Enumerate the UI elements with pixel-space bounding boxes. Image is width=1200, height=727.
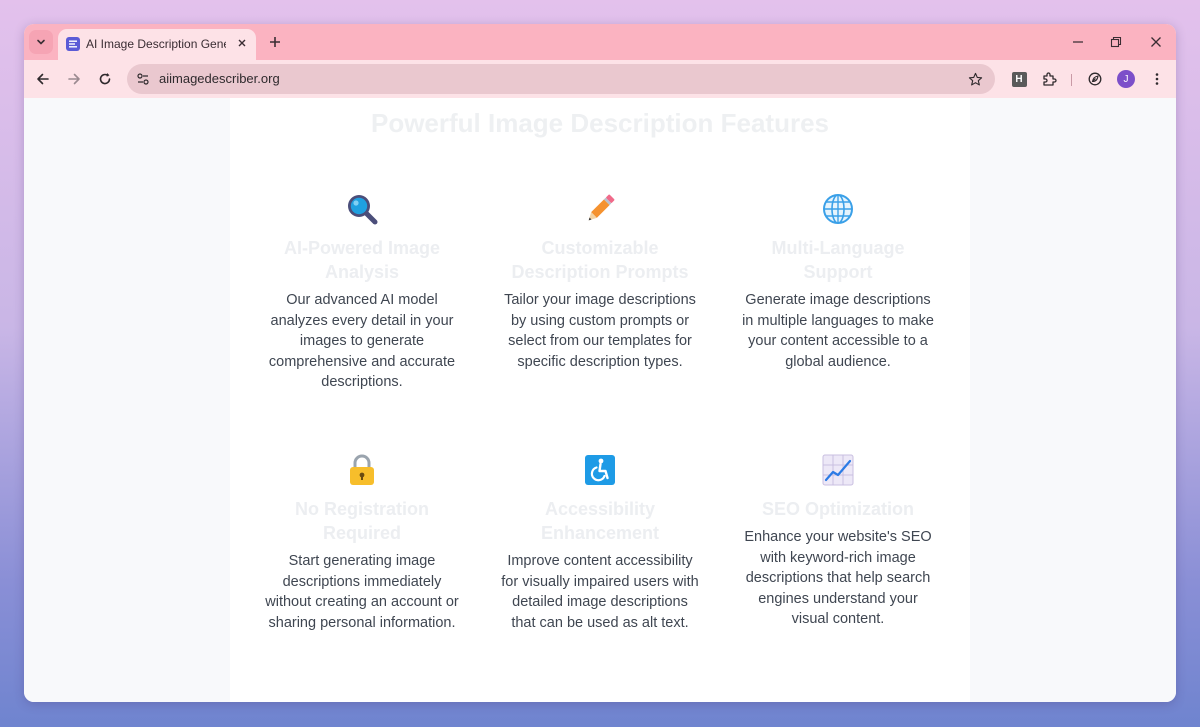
feature-card-multi-language: Multi-Language Support Generate image de… (738, 192, 938, 372)
feature-card-seo: SEO Optimization Enhance your website's … (738, 453, 938, 630)
pencil-icon (583, 192, 617, 226)
address-bar[interactable]: aiimagedescriber.org (127, 64, 995, 94)
active-tab[interactable]: AI Image Description Generator (58, 29, 256, 60)
tab-search-button[interactable] (29, 30, 53, 54)
more-vert-icon (1155, 73, 1159, 85)
close-icon (1151, 37, 1161, 47)
browser-menu-button[interactable] (1147, 69, 1167, 89)
wheelchair-icon (583, 453, 617, 487)
tab-close-button[interactable] (234, 35, 250, 51)
minimize-button[interactable] (1066, 32, 1090, 52)
feature-title: AI-Powered Image Analysis (283, 238, 441, 282)
extension-h-label: H (1015, 73, 1023, 85)
chevron-down-icon (37, 39, 45, 45)
chart-increasing-icon (821, 453, 855, 487)
feature-title: No Registration Required (294, 499, 429, 543)
profile-avatar[interactable]: J (1117, 70, 1135, 88)
feature-card-accessibility: Accessibility Enhancement Improve conten… (500, 453, 700, 633)
extension-h-button[interactable]: H (1009, 69, 1029, 89)
back-button[interactable] (33, 69, 53, 89)
toolbar-divider (1071, 74, 1072, 86)
restore-icon (1110, 36, 1122, 48)
forward-button[interactable] (64, 69, 84, 89)
site-favicon-icon (66, 37, 80, 51)
tab-strip: AI Image Description Generator (24, 24, 1176, 60)
close-window-button[interactable] (1144, 32, 1168, 52)
restore-button[interactable] (1104, 32, 1128, 52)
arrow-right-icon (68, 73, 80, 85)
magnifying-glass-icon (345, 192, 379, 226)
feature-description: Improve content accessibility for visual… (501, 553, 699, 631)
feature-title: Accessibility Enhancement (540, 499, 660, 543)
leaf-icon (1088, 72, 1102, 86)
plus-icon (270, 37, 280, 47)
feature-description: Generate image descriptions in multiple … (742, 292, 934, 370)
reload-button[interactable] (95, 69, 115, 89)
feature-card-no-registration: No Registration Required Start generatin… (262, 453, 462, 633)
section-title: Powerful Image Description Features (370, 108, 829, 138)
feature-description: Enhance your website's SEO with keyword-… (744, 529, 932, 627)
features-section: Powerful Image Description Features AI-P… (230, 98, 970, 702)
puzzle-icon (1043, 72, 1057, 86)
performance-button[interactable] (1085, 69, 1105, 89)
feature-title: SEO Optimization (761, 499, 914, 519)
extension-h-icon: H (1011, 71, 1027, 87)
feature-title: Multi-Language Support (771, 238, 905, 282)
tune-icon (137, 73, 149, 85)
feature-description: Start generating image descriptions imme… (265, 553, 459, 631)
feature-title: Customizable Description Prompts (511, 238, 689, 282)
browser-window: AI Image Description Generator (24, 24, 1176, 702)
feature-description: Tailor your image descriptions by using … (504, 292, 696, 370)
arrow-left-icon (37, 73, 49, 85)
page-viewport: Powerful Image Description Features AI-P… (24, 98, 1176, 702)
browser-toolbar: aiimagedescriber.org H J (24, 60, 1176, 98)
star-icon (968, 72, 982, 85)
feature-description: Our advanced AI model analyzes every det… (268, 292, 456, 390)
site-info-button[interactable] (133, 69, 153, 89)
extensions-button[interactable] (1039, 69, 1059, 89)
tab-title: AI Image Description Generator (86, 37, 226, 51)
minimize-icon (1073, 41, 1083, 43)
close-icon (238, 39, 246, 47)
feature-card-custom-prompts: Customizable Description Prompts Tailor … (500, 192, 700, 372)
lock-icon (345, 453, 379, 487)
feature-card-ai-analysis: AI-Powered Image Analysis Our advanced A… (262, 192, 462, 393)
globe-icon (821, 192, 855, 226)
url-text: aiimagedescriber.org (159, 71, 280, 86)
new-tab-button[interactable] (266, 33, 284, 51)
reload-icon (99, 73, 111, 85)
bookmark-star-button[interactable] (965, 69, 985, 89)
